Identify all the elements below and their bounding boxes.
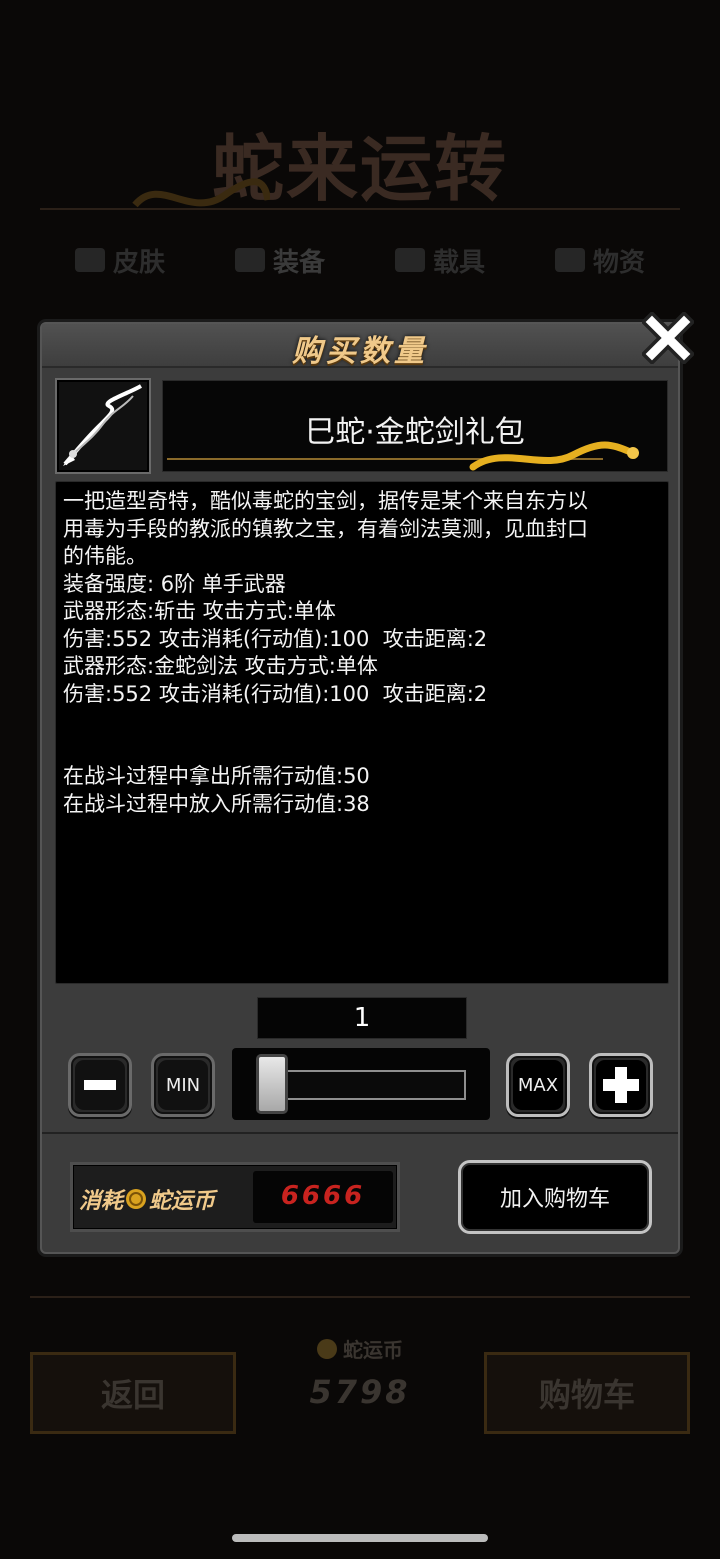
tab-vehicle[interactable]: 载具 — [394, 242, 485, 279]
max-label: MAX — [517, 1074, 559, 1096]
description-line: 用毒为手段的教派的镇教之宝，有着剑法莫测，见血封口 — [63, 516, 588, 541]
divider — [30, 1296, 690, 1298]
description-line — [63, 708, 661, 736]
coin-icon — [317, 1338, 337, 1359]
dialog-header: 购买数量 — [42, 324, 678, 369]
back-button[interactable]: 返回 — [30, 1352, 236, 1434]
item-icon-frame — [55, 378, 151, 474]
car-icon — [394, 248, 425, 272]
description-line: 武器形态:金蛇剑法 攻击方式:单体 — [63, 654, 378, 678]
min-label: MIN — [165, 1074, 201, 1096]
decrease-button[interactable] — [68, 1053, 132, 1117]
category-tabs: 皮肤 装备 载具 物资 — [40, 232, 680, 288]
tab-label: 皮肤 — [112, 247, 165, 278]
coin-balance: 蛇运币 5798 — [250, 1334, 470, 1411]
coin-label: 蛇运币 — [343, 1338, 403, 1362]
snake-ornament-icon — [132, 178, 270, 208]
increase-button[interactable] — [589, 1053, 653, 1117]
description-line: 在战斗过程中拿出所需行动值:50 — [63, 764, 370, 788]
quantity-display: 1 — [257, 997, 467, 1039]
plus-icon — [603, 1067, 639, 1103]
item-description: 一把造型奇特，酷似毒蛇的宝剑，据传是某个来自东方以 用毒为手段的教派的镇教之宝，有… — [55, 481, 669, 984]
cost-value: 6666 — [280, 1181, 366, 1211]
description-line — [63, 736, 661, 764]
cost-value-panel: 6666 — [253, 1171, 393, 1223]
coin-balance-value: 5798 — [309, 1373, 411, 1411]
quantity-slider[interactable] — [232, 1048, 490, 1120]
add-to-cart-button[interactable]: 加入购物车 — [458, 1160, 652, 1234]
cost-prefix: 消耗 — [79, 1189, 124, 1214]
tab-supplies[interactable]: 物资 — [554, 242, 645, 279]
description-line: 伤害:552 攻击消耗(行动值):100 攻击距离:2 — [63, 626, 488, 651]
slider-handle[interactable] — [256, 1054, 288, 1114]
crate-icon — [554, 248, 585, 272]
divider — [42, 1132, 678, 1134]
minus-icon — [84, 1080, 116, 1090]
divider — [40, 208, 680, 210]
description-line: 在战斗过程中放入所需行动值:38 — [63, 791, 370, 816]
description-line: 武器形态:斩击 攻击方式:单体 — [63, 599, 336, 623]
tab-skin[interactable]: 皮肤 — [74, 242, 165, 279]
dialog-title: 购买数量 — [292, 334, 428, 369]
max-button[interactable]: MAX — [506, 1053, 570, 1117]
cost-label: 消耗 蛇运币 — [79, 1183, 215, 1215]
home-indicator — [232, 1534, 488, 1542]
description-line: 的伟能。 — [63, 544, 147, 568]
close-icon[interactable] — [642, 312, 694, 364]
tab-label: 载具 — [432, 247, 485, 278]
page-title: 蛇来运转 — [211, 126, 508, 211]
description-line: 伤害:552 攻击消耗(行动值):100 攻击距离:2 — [63, 681, 488, 706]
cost-panel: 消耗 蛇运币 6666 — [70, 1162, 400, 1232]
coin-icon — [126, 1189, 147, 1209]
box-icon — [74, 248, 105, 272]
shield-icon — [234, 248, 265, 272]
shopping-cart-button[interactable]: 购物车 — [484, 1352, 690, 1434]
purchase-quantity-dialog: 购买数量 巳蛇·金蛇剑礼包 一把造型奇特，酷似毒蛇的宝剑，据传是某个来自东方以用… — [40, 312, 694, 1254]
tab-label: 物资 — [592, 247, 645, 278]
description-line: 一把造型奇特，酷似毒蛇的宝剑，据传是某个来自东方以 — [63, 489, 588, 513]
snake-sword-icon — [63, 384, 142, 466]
cost-currency: 蛇运币 — [149, 1189, 216, 1214]
item-name-panel: 巳蛇·金蛇剑礼包 — [162, 380, 668, 472]
description-line: 装备强度: 6阶 单手武器 — [63, 571, 286, 596]
snake-ornament-icon — [167, 441, 639, 471]
min-button[interactable]: MIN — [151, 1053, 215, 1117]
tab-label: 装备 — [272, 247, 325, 278]
tab-equipment[interactable]: 装备 — [234, 242, 325, 279]
